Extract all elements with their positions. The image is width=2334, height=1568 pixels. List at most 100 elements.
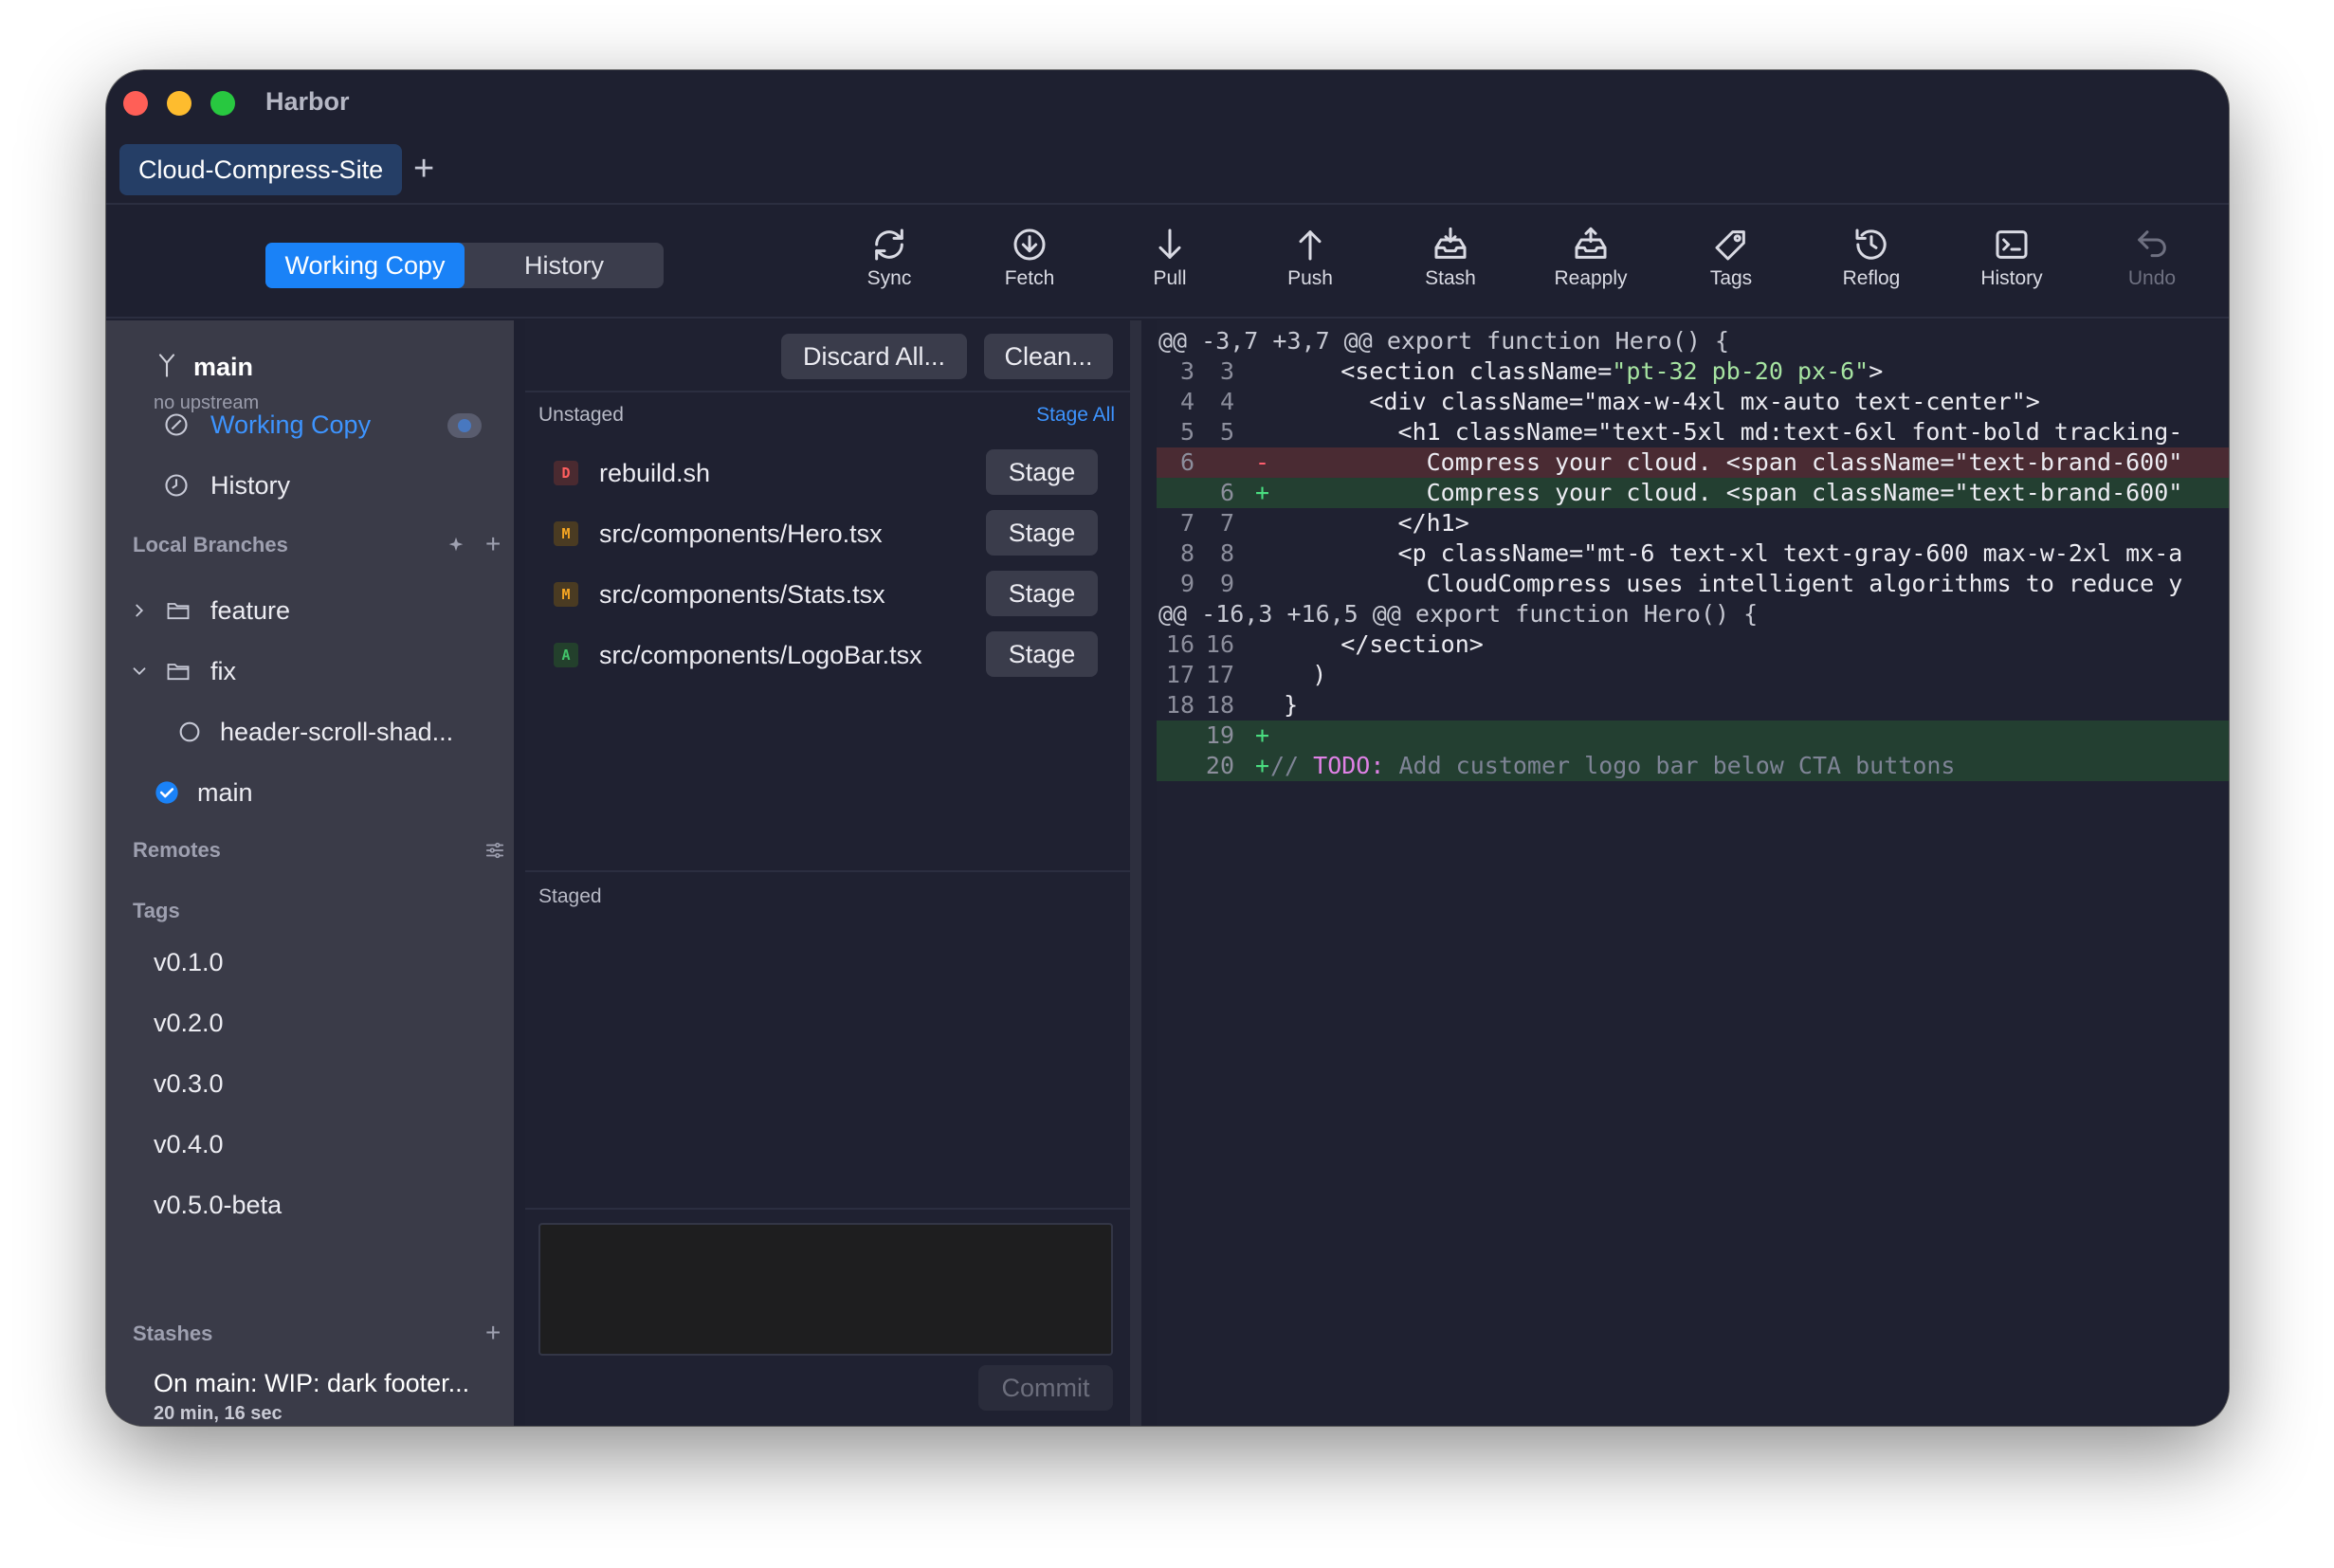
old-line-number: 4 — [1179, 388, 1194, 415]
push-button[interactable]: Push — [1253, 226, 1367, 290]
fetch-icon — [1013, 228, 1046, 261]
tag-item[interactable]: v0.5.0-beta — [154, 1191, 282, 1220]
code-text: Compress your cloud. <span className="te… — [1255, 448, 2183, 476]
new-line-number: 9 — [1219, 570, 1234, 597]
sync-button[interactable]: Sync — [832, 226, 946, 290]
status-deleted-badge: D — [554, 461, 578, 485]
code-text: <div className="max-w-4xl mx-auto text-c… — [1255, 388, 2040, 415]
changes-badge — [447, 413, 482, 438]
stage-all-link[interactable]: Stage All — [1036, 404, 1115, 427]
reapply-label: Reapply — [1554, 267, 1628, 289]
stage-button[interactable]: Stage — [986, 510, 1098, 556]
file-path: src/components/LogoBar.tsx — [599, 641, 922, 669]
view-segmented-control: Working Copy History — [265, 243, 664, 288]
sidebar-item-history[interactable]: History — [106, 459, 514, 512]
tags-button[interactable]: Tags — [1674, 226, 1788, 290]
commit-message-input[interactable] — [538, 1223, 1113, 1356]
stage-button[interactable]: Stage — [986, 449, 1098, 495]
toolbar: Working Copy History Sync Fetch Pull Pus… — [106, 207, 2229, 319]
new-line-number: 18 — [1205, 691, 1234, 719]
diff-viewer: @@ -3,7 +3,7 @@ export function Hero() {… — [1157, 320, 2229, 1426]
code-text: </section> — [1255, 630, 1484, 658]
zoom-window-button[interactable] — [210, 91, 235, 116]
discard-all-button[interactable]: Discard All... — [781, 334, 967, 379]
diff-line: 3 3 <section className="pt-32 pb-20 px-6… — [1157, 356, 2229, 387]
sparkle-icon[interactable] — [446, 535, 466, 556]
code-text: CloudCompress uses intelligent algorithm… — [1255, 570, 2183, 597]
old-line-number: 3 — [1179, 357, 1194, 385]
new-line-number: 6 — [1219, 479, 1234, 506]
changes-toolbar: Discard All... Clean... — [525, 320, 1130, 392]
branch-item-main[interactable]: main — [106, 766, 514, 819]
tag-item[interactable]: v0.3.0 — [154, 1069, 224, 1099]
unstaged-header: Unstaged — [538, 404, 624, 426]
reflog-button[interactable]: Reflog — [1814, 226, 1928, 290]
stage-button[interactable]: Stage — [986, 571, 1098, 616]
file-row[interactable]: M src/components/Hero.tsx Stage — [525, 504, 1130, 561]
history-toolbar-button[interactable]: History — [1955, 226, 2069, 290]
remotes-header: Remotes — [133, 838, 221, 862]
sync-icon — [875, 228, 903, 261]
hunk-header: @@ -16,3 +16,5 @@ export function Hero()… — [1158, 600, 1759, 628]
add-tab-button[interactable]: + — [413, 148, 434, 190]
stash-item-title[interactable]: On main: WIP: dark footer... — [154, 1369, 469, 1398]
segment-history[interactable]: History — [465, 243, 664, 288]
filter-icon[interactable] — [483, 840, 506, 861]
sidebar-item-label: History — [210, 471, 291, 500]
fetch-button[interactable]: Fetch — [973, 226, 1086, 290]
tags-header: Tags — [133, 899, 180, 922]
current-branch-name[interactable]: main — [193, 353, 253, 382]
chevron-right-icon[interactable] — [129, 597, 150, 624]
status-modified-badge: M — [554, 582, 578, 607]
diff-line: 9 9 CloudCompress uses intelligent algor… — [1157, 569, 2229, 599]
stage-button[interactable]: Stage — [986, 631, 1098, 677]
file-path: rebuild.sh — [599, 459, 711, 487]
panel-splitter[interactable] — [1130, 320, 1141, 1426]
branch-label: main — [197, 778, 253, 807]
comment-prefix: // — [1270, 752, 1314, 779]
stash-button[interactable]: Stash — [1394, 226, 1507, 290]
diff-line: 18 18 } — [1157, 690, 2229, 720]
add-stash-icon[interactable]: + — [485, 1320, 501, 1346]
folder-icon — [167, 664, 190, 681]
old-line-number: 17 — [1165, 661, 1194, 688]
file-row[interactable]: A src/components/LogoBar.tsx Stage — [525, 626, 1130, 683]
branch-icon — [158, 354, 175, 377]
diff-line-added: 20 + // TODO: Add customer logo bar belo… — [1157, 751, 2229, 781]
add-branch-icon[interactable]: + — [485, 531, 501, 557]
code-text: <p className="mt-6 text-xl text-gray-600… — [1255, 539, 2183, 567]
tag-item[interactable]: v0.1.0 — [154, 948, 224, 977]
file-row[interactable]: M src/components/Stats.tsx Stage — [525, 565, 1130, 622]
old-line-number: 5 — [1179, 418, 1194, 446]
diff-line: 16 16 </section> — [1157, 629, 2229, 660]
branch-item-header-scroll-shadow[interactable]: header-scroll-shad... — [106, 705, 514, 758]
segment-working-copy[interactable]: Working Copy — [265, 243, 465, 288]
tag-item[interactable]: v0.4.0 — [154, 1130, 224, 1159]
close-window-button[interactable] — [123, 91, 148, 116]
reapply-button[interactable]: Reapply — [1534, 226, 1648, 290]
stashes-header: Stashes — [133, 1322, 213, 1345]
new-line-number: 5 — [1219, 418, 1234, 446]
folder-label: feature — [210, 596, 291, 625]
branch-folder-fix[interactable]: fix — [106, 645, 514, 698]
chevron-down-icon[interactable] — [129, 658, 150, 684]
branch-folder-feature[interactable]: feature — [106, 584, 514, 637]
new-line-number: 20 — [1205, 752, 1234, 779]
sidebar: main no upstream Working Copy History Lo… — [106, 320, 514, 1426]
sidebar-item-working-copy[interactable]: Working Copy — [106, 398, 514, 451]
file-row[interactable]: D rebuild.sh Stage — [525, 444, 1130, 501]
pull-button[interactable]: Pull — [1113, 226, 1227, 290]
status-modified-badge: M — [554, 521, 578, 546]
added-marker: + — [1255, 721, 1270, 749]
minimize-window-button[interactable] — [167, 91, 191, 116]
hunk-header: @@ -3,7 +3,7 @@ export function Hero() { — [1158, 327, 1730, 355]
tag-item[interactable]: v0.2.0 — [154, 1009, 224, 1038]
folder-icon — [167, 603, 190, 620]
old-line-number: 16 — [1165, 630, 1194, 658]
code-text: // TODO: Add customer logo bar below CTA… — [1270, 751, 1955, 781]
repo-tab[interactable]: Cloud-Compress-Site — [119, 144, 403, 195]
diff-line: 4 4 <div className="max-w-4xl mx-auto te… — [1157, 387, 2229, 417]
commit-button[interactable]: Commit — [978, 1365, 1113, 1411]
clean-button[interactable]: Clean... — [984, 334, 1113, 379]
undo-button[interactable]: Undo — [2095, 226, 2209, 290]
